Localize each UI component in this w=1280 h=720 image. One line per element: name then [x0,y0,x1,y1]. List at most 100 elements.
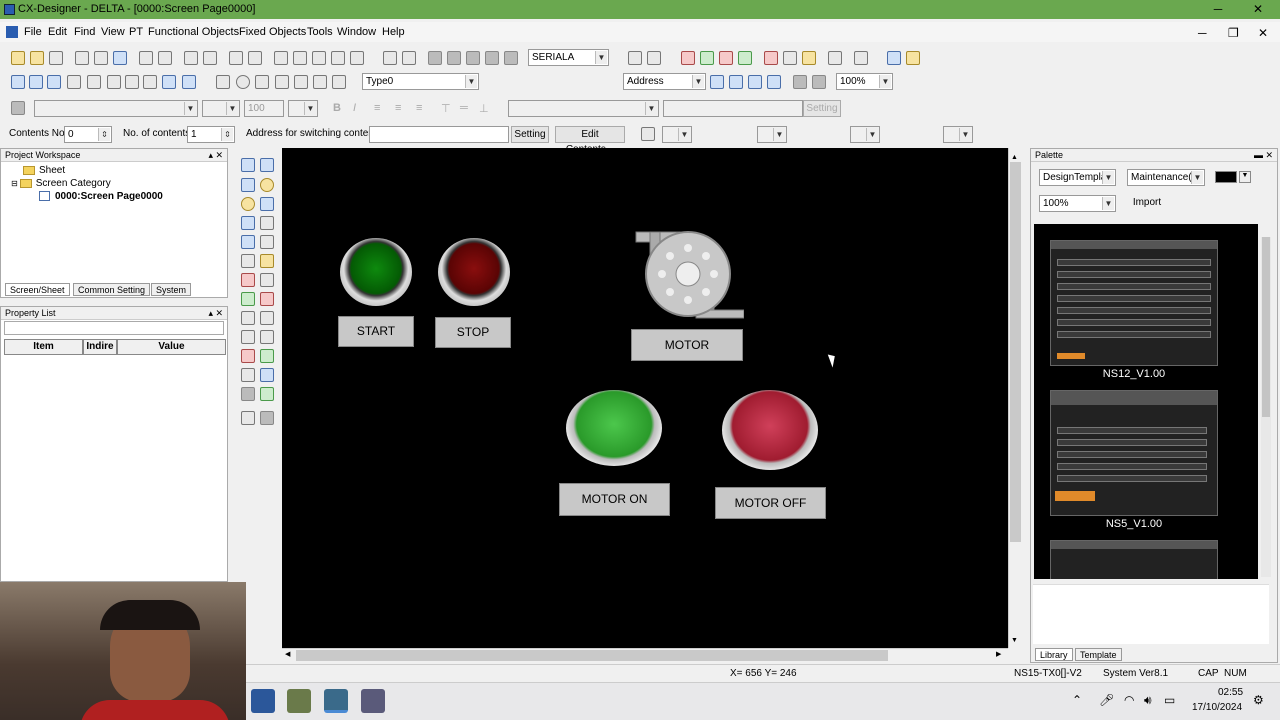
level-meter-icon[interactable] [260,235,274,249]
address-table-icon[interactable] [710,75,724,89]
edit-contents-button[interactable]: Edit Contents... [555,126,625,155]
graph-icon[interactable] [260,330,274,344]
template-thumb-third[interactable] [1050,540,1218,579]
save-icon[interactable] [113,51,127,65]
print-preview-icon[interactable] [229,51,243,65]
screen-canvas[interactable]: START STOP MOTOR MOTOR ON MOTOR OFF [282,148,1008,648]
id-list-icon[interactable] [729,75,743,89]
start-lamp[interactable] [340,238,412,306]
preview-icon[interactable] [312,51,326,65]
vertical-scroll-thumb[interactable] [1010,162,1021,542]
template-category-select[interactable]: Maintenance(C ▼ [1127,169,1205,186]
motor-on-label[interactable]: MOTOR ON [559,483,670,516]
document-icon[interactable] [241,387,255,401]
no-of-contents-input[interactable]: 1 ⇕ [187,126,235,143]
zoom-select[interactable]: 100% ▼ [836,73,893,90]
print-icon[interactable] [350,51,364,65]
polyline-icon[interactable] [275,75,289,89]
microphone-icon[interactable]: 🎤︎ [1099,693,1114,707]
frame-icon[interactable] [67,75,81,89]
pen-icon[interactable] [162,75,176,89]
mdi-close-icon[interactable]: ✕ [1258,26,1268,40]
wifi-icon[interactable]: ◠ [1124,693,1134,707]
binoculars-icon[interactable] [628,51,642,65]
type-select[interactable]: Type0 ▼ [362,73,479,90]
video-icon[interactable] [241,292,255,306]
font-style-select[interactable]: ▼ [202,100,240,117]
horizontal-scroll-thumb[interactable] [296,650,888,661]
clock-date[interactable]: 17/10/2024 [1192,702,1242,713]
temporary-input-icon[interactable] [241,349,255,363]
image-icon[interactable] [107,75,121,89]
test-icon[interactable] [700,51,714,65]
list-icon[interactable] [854,51,868,65]
palette-zoom-select[interactable]: 100% ▼ [1039,195,1116,212]
edit-icon[interactable] [139,51,153,65]
menu-find[interactable]: Find [74,26,95,38]
color-swatch[interactable] [1215,171,1237,183]
date-icon[interactable] [260,311,274,325]
align-center-icon[interactable]: ≡ [395,102,401,114]
close-icon[interactable]: ▴ ✕ [208,149,223,162]
stop-label[interactable]: STOP [435,317,511,348]
address-switch-input[interactable] [369,126,509,143]
address-select[interactable]: Address ▼ [623,73,706,90]
find-icon[interactable] [248,51,262,65]
column-indire[interactable]: Indire [83,339,117,355]
sector-icon[interactable] [313,75,327,89]
text-icon[interactable] [241,330,255,344]
machine-icon[interactable] [260,387,274,401]
database-icon[interactable] [738,51,752,65]
close-button[interactable]: ✕ [1238,0,1278,19]
valign-middle-icon[interactable]: ═ [460,102,468,114]
scroll-up-icon[interactable]: ▲ [1011,154,1018,161]
zoom-page-icon[interactable] [331,51,345,65]
bit-lamp-icon[interactable] [260,178,274,192]
bitmap-icon[interactable] [260,254,274,268]
minimize-button[interactable]: ─ [1198,0,1238,19]
copy-icon[interactable] [447,51,461,65]
delete-icon[interactable] [485,51,499,65]
cx-programmer-app-icon[interactable] [287,689,311,713]
frame-object-icon[interactable] [241,411,255,425]
align-right-icon[interactable]: ≡ [416,102,422,114]
broken-line-icon[interactable] [260,273,274,287]
tab-library[interactable]: Library [1035,648,1073,661]
arc-icon[interactable] [332,75,346,89]
numeral-display-icon[interactable] [241,216,255,230]
compare-icon[interactable] [203,51,217,65]
word-app-icon[interactable] [251,689,275,713]
layer-icon[interactable] [87,75,101,89]
start-label[interactable]: START [338,316,414,347]
replace-icon[interactable] [647,51,661,65]
valign-bottom-icon[interactable]: ⊥ [479,102,489,115]
palette-scrollbar[interactable] [1261,237,1271,577]
close-icon[interactable]: ▴ ✕ [208,307,223,320]
scale-select[interactable]: ▼ [288,100,318,117]
menu-file[interactable]: File [24,26,42,38]
label-select[interactable]: ▼ [508,100,659,117]
tool-icon[interactable] [764,51,778,65]
redo-icon[interactable] [402,51,416,65]
time-icon[interactable] [241,311,255,325]
stop-lamp[interactable] [438,238,510,306]
menu-view[interactable]: View [101,26,125,38]
contents-option-select-1[interactable]: ▼ [662,126,692,143]
chevron-up-icon[interactable]: ⌃ [1072,693,1082,707]
select-all-icon[interactable] [504,51,518,65]
eraser-icon[interactable] [641,127,655,141]
bold-icon[interactable]: B [333,102,341,114]
close-icon[interactable]: ▬ ✕ [1254,149,1273,162]
page-icon[interactable] [274,51,288,65]
rectangle-icon[interactable] [216,75,230,89]
transfer-icon[interactable] [184,51,198,65]
expand-icon[interactable]: ⊟ [11,179,18,188]
font-select[interactable]: ▼ [34,100,198,117]
template-thumb-ns5[interactable] [1050,390,1218,516]
palette-toggle-icon[interactable] [182,75,196,89]
contents-option-select-4[interactable]: ▼ [943,126,973,143]
motor-pump-icon[interactable] [634,230,744,322]
menu-help[interactable]: Help [382,26,405,38]
brush-icon[interactable] [11,101,25,115]
column-value[interactable]: Value [117,339,226,355]
